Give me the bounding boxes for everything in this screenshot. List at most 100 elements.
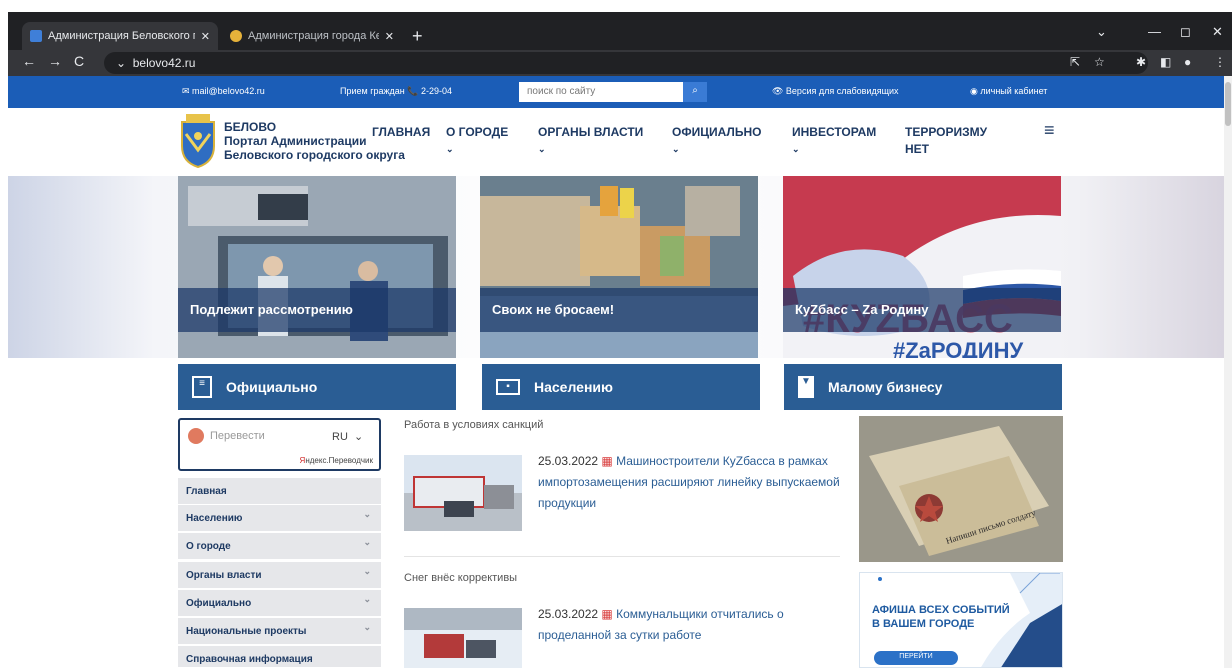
news-date: 25.03.2022 [538,607,599,621]
translate-logo-icon [188,428,204,444]
menu-about-city[interactable]: О ГОРОДЕ ⌄ [446,124,508,158]
menu-label-line2: НЕТ [905,142,929,156]
menu-no-terrorism[interactable]: ТЕРРОРИЗМУ НЕТ [905,124,987,158]
profile-avatar-icon[interactable]: ● [1184,55,1191,69]
chevron-down-icon: ⌄ [792,144,800,154]
close-tab-icon[interactable]: ✕ [201,30,210,43]
menu-home[interactable]: ГЛАВНАЯ [372,124,430,141]
browser-toolbar: ← → C ⌄ belovo42.ru ⇱ ☆ ✱ ◧ ● ⋮ [8,50,1232,76]
chevron-down-icon: ⌄ [446,144,454,154]
tab-search-icon[interactable]: ⌄ [1096,24,1107,40]
sidebar-item-home[interactable]: Главная [178,478,381,505]
chevron-down-icon: ⌄ [672,144,680,154]
minimize-button[interactable]: — [1148,24,1161,39]
section-population-button[interactable]: ▪ Населению [482,364,760,410]
main-navigation: БЕЛОВО Портал Администрации Беловского г… [8,108,1224,176]
sidebar-item-label: Главная [186,486,227,497]
share-icon[interactable]: ⇱ [1070,55,1080,69]
afisha-line2: В ВАШЕМ ГОРОДЕ [872,618,975,630]
news-category[interactable]: Работа в условиях санкций [404,419,543,431]
news-item-1[interactable]: 25.03.2022 ▦ Машиностроители КуZбасса в … [538,451,848,514]
menu-kebab-icon[interactable]: ⋮ [1214,55,1226,69]
bookmark-star-icon[interactable]: ☆ [1094,55,1105,69]
sidebar-item-official[interactable]: Официально ⌄ [178,590,381,617]
menu-label: ГЛАВНАЯ [372,125,431,139]
scrollbar-thumb[interactable] [1225,82,1231,126]
close-tab-icon[interactable]: ✕ [385,30,394,43]
close-window-button[interactable]: ✕ [1212,24,1223,40]
banner-afisha-text: АФИША ВСЕХ СОБЫТИЙ В ВАШЕМ ГОРОДЕ [872,603,1010,631]
chevron-down-icon: ⌄ [538,144,546,154]
section-small-business-button[interactable]: ▼ Малому бизнесу [784,364,1062,410]
menu-label: О ГОРОДЕ [446,125,509,139]
afisha-line1: АФИША ВСЕХ СОБЫТИЙ [872,604,1010,616]
translate-widget[interactable]: Перевести RU ⌄ Яндекс.Переводчик [178,418,381,471]
menu-label: ОФИЦИАЛЬНО [672,125,762,139]
sidebar-item-label: Официально [186,598,252,609]
search-icon[interactable]: ⌕ [683,82,707,102]
calendar-icon: ▦ [601,607,613,621]
back-icon[interactable]: ← [22,53,36,69]
reception-phone[interactable]: Прием граждан 📞 2-29-04 [340,86,452,97]
accessibility-link[interactable]: 👁 Версия для слабовидящих [772,86,899,97]
extensions-icon[interactable]: ✱ [1136,55,1146,69]
menu-official[interactable]: ОФИЦИАЛЬНО ⌄ [672,124,761,158]
banner-letter-image: Напиши письмо солдату [859,416,1063,562]
tab-kemerovo[interactable]: Администрация города Кемерс ✕ [222,22,402,50]
news-photo-snow [404,608,522,668]
news-category[interactable]: Снег внёс коррективы [404,572,517,584]
menu-investors[interactable]: ИНВЕСТОРАМ ⌄ [792,124,876,158]
banner-letter-to-soldier[interactable]: Напиши письмо солдату [859,416,1063,562]
hero-caption: КуZбасс – Za Родину [783,288,1061,332]
chevron-down-icon: ⌄ [354,431,364,443]
site-search-input[interactable]: поиск по сайту [519,82,683,102]
tab-title: Администрация Беловского гор [48,30,195,42]
site-topbar: ✉ mail@belovo42.ru Прием граждан 📞 2-29-… [8,76,1224,108]
translate-placeholder: Перевести [210,430,265,442]
section-official-button[interactable]: ≡ Официально [178,364,456,410]
section-label: Официально [226,379,318,395]
brand-district: Беловского городского округа [224,148,405,162]
menu-label: ОРГАНЫ ВЛАСТИ [538,125,644,139]
sidebar-item-national-projects[interactable]: Национальные проекты ⌄ [178,618,381,645]
hero-card-kuzbass[interactable]: #КУZБАСС #ZаРОДИНУ КуZбасс – Za Родину [783,176,1061,358]
news-divider [404,556,840,557]
maximize-button[interactable]: ◻ [1180,24,1191,40]
language-select[interactable]: RU ⌄ [332,430,363,443]
sidebar-item-city[interactable]: О городе ⌄ [178,533,381,560]
news-thumbnail[interactable] [404,455,522,531]
sidebar-item-label: Национальные проекты [186,626,307,637]
url-text: belovo42.ru [132,56,196,70]
address-bar[interactable]: ⌄ belovo42.ru [104,52,1148,74]
afisha-go-button[interactable]: ПЕРЕЙТИ [874,651,958,665]
hero-caption: Своих не бросаем! [480,288,758,332]
hero-card-review[interactable]: Подлежит рассмотрению [178,176,456,358]
sidebar-item-label: О городе [186,541,231,552]
hamburger-menu-icon[interactable]: ≡ [1044,120,1055,141]
favicon-kemerovo-icon [230,30,242,42]
sidebar-item-reference[interactable]: Справочная информация [178,646,381,668]
chevron-down-icon: ⌄ [363,566,371,576]
sidebar-icon[interactable]: ◧ [1160,55,1171,69]
tie-icon: ▼ [798,376,814,398]
email-link[interactable]: ✉ mail@belovo42.ru [182,86,265,97]
forward-icon[interactable]: → [48,53,62,69]
reload-icon[interactable]: C [74,53,84,69]
yandex-translator-credit[interactable]: Яндекс.Переводчик [300,456,373,465]
sidebar-item-authorities[interactable]: Органы власти ⌄ [178,562,381,589]
hero-caption: Подлежит рассмотрению [178,288,456,332]
hero-card-support[interactable]: Своих не бросаем! [480,176,758,358]
document-icon: ≡ [192,376,212,398]
city-emblem-icon[interactable] [178,112,218,168]
window-top-edge [0,0,1232,12]
news-thumbnail[interactable] [404,608,522,668]
menu-authorities[interactable]: ОРГАНЫ ВЛАСТИ ⌄ [538,124,643,158]
page-scrollbar[interactable] [1224,76,1232,668]
site-info-icon[interactable]: ⌄ [116,56,126,70]
sidebar-item-population[interactable]: Населению ⌄ [178,505,381,532]
new-tab-button[interactable]: + [412,26,423,47]
personal-cabinet-link[interactable]: ◉ личный кабинет [970,86,1047,97]
banner-afisha[interactable]: АФИША ВСЕХ СОБЫТИЙ В ВАШЕМ ГОРОДЕ ПЕРЕЙТ… [859,572,1063,668]
news-item-2[interactable]: 25.03.2022 ▦ Коммунальщики отчитались о … [538,604,848,646]
tab-belovo[interactable]: Администрация Беловского гор ✕ [22,22,218,50]
